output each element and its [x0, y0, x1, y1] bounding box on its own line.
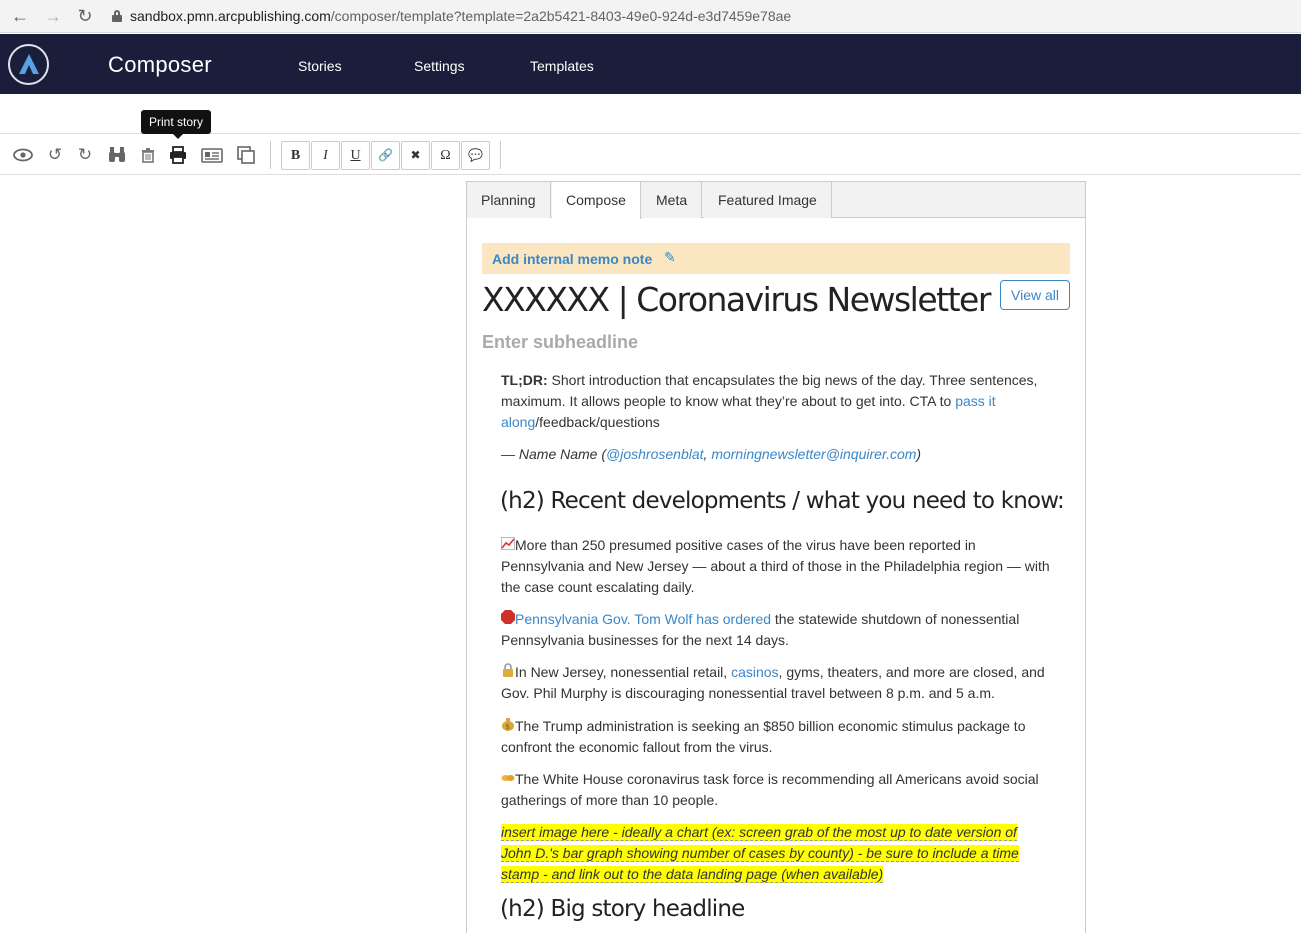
newsletter-email-link[interactable]: morningnewsletter@inquirer.com: [711, 446, 916, 462]
redo-icon[interactable]: ↻: [74, 144, 96, 166]
link-button[interactable]: 🔗: [371, 141, 400, 170]
twitter-handle-link[interactable]: @joshrosenblat: [606, 446, 704, 462]
tab-featured-image[interactable]: Featured Image: [704, 182, 832, 218]
tab-planning[interactable]: Planning: [467, 182, 551, 218]
view-all-button[interactable]: View all: [1000, 280, 1070, 310]
browser-toolbar: ← → ↻ sandbox.pmn.arcpublishing.com/comp…: [0, 0, 1301, 33]
intro-label: TL;DR:: [501, 372, 548, 388]
arc-logo-icon[interactable]: [8, 44, 49, 85]
toolbar-divider: [270, 141, 271, 169]
nav-templates[interactable]: Templates: [530, 58, 594, 74]
app-header: Composer Stories Settings Templates: [0, 34, 1301, 94]
item-5-text: The White House coronavirus task force i…: [501, 771, 1039, 808]
toolbar-divider-2: [500, 141, 501, 169]
italic-button[interactable]: I: [311, 141, 340, 170]
editor-toolbar: ↺ ↻ B I U 🔗 ✖ Ω 💬: [0, 135, 1301, 175]
forward-icon[interactable]: →: [43, 6, 63, 26]
url-path: /composer/template?template=2a2b5421-840…: [330, 8, 792, 24]
address-bar[interactable]: sandbox.pmn.arcpublishing.com/composer/t…: [112, 4, 1292, 28]
list-item[interactable]: The White House coronavirus task force i…: [501, 769, 1057, 811]
special-character-button[interactable]: Ω: [431, 141, 460, 170]
nav-settings[interactable]: Settings: [414, 58, 465, 74]
stop-sign-icon: [501, 609, 515, 630]
intro-tail: /feedback/questions: [535, 414, 660, 430]
byline-prefix: — Name Name (: [501, 446, 607, 462]
duplicate-icon[interactable]: [235, 144, 257, 166]
remove-format-button[interactable]: ✖: [401, 141, 430, 170]
preview-eye-icon[interactable]: [12, 144, 34, 166]
memo-note-bar[interactable]: Add internal memo note ✎: [482, 243, 1070, 274]
svg-text:$: $: [506, 723, 510, 731]
tab-compose[interactable]: Compose: [552, 182, 641, 219]
underline-button[interactable]: U: [341, 141, 370, 170]
url-host: sandbox.pmn.arcpublishing.com: [130, 8, 331, 24]
memo-note-link[interactable]: Add internal memo note: [492, 251, 652, 267]
list-item[interactable]: More than 250 presumed positive cases of…: [501, 535, 1057, 598]
subheadline-input[interactable]: Enter subheadline: [482, 332, 638, 353]
editor-panel: Planning Compose Meta Featured Image Add…: [466, 181, 1086, 933]
tab-meta[interactable]: Meta: [642, 182, 703, 218]
intro-paragraph[interactable]: TL;DR: Short introduction that encapsula…: [501, 370, 1057, 433]
casinos-link[interactable]: casinos: [731, 664, 778, 680]
list-item[interactable]: Pennsylvania Gov. Tom Wolf has ordered t…: [501, 609, 1057, 651]
byline-paragraph[interactable]: — Name Name (@joshrosenblat, morningnews…: [501, 444, 1057, 465]
newspaper-icon[interactable]: [200, 144, 224, 166]
reload-icon[interactable]: ↻: [75, 6, 95, 26]
back-icon[interactable]: ←: [10, 6, 30, 26]
editor-tabs: Planning Compose Meta Featured Image: [467, 182, 1085, 219]
bold-button[interactable]: B: [281, 141, 310, 170]
lock-icon: [112, 10, 122, 22]
byline-suffix: ): [916, 446, 922, 462]
recent-developments-heading[interactable]: (h2) Recent developments / what you need…: [500, 488, 1065, 514]
image-insert-note[interactable]: insert image here - ideally a chart (ex:…: [501, 822, 1051, 885]
list-item[interactable]: $ The Trump administration is seeking an …: [501, 716, 1057, 758]
item-4-text: The Trump administration is seeking an $…: [501, 718, 1026, 755]
nav-stories[interactable]: Stories: [298, 58, 342, 74]
binoculars-icon[interactable]: [106, 144, 128, 166]
list-item[interactable]: In New Jersey, nonessential retail, casi…: [501, 662, 1057, 704]
money-bag-icon: $: [501, 716, 515, 737]
handshake-icon: [501, 769, 515, 790]
big-story-heading[interactable]: (h2) Big story headline: [500, 896, 745, 922]
trash-icon[interactable]: [137, 144, 159, 166]
chart-increasing-icon: [501, 535, 515, 556]
print-icon[interactable]: [167, 144, 189, 166]
story-headline[interactable]: XXXXXX | Coronavirus Newsletter: [482, 280, 991, 319]
edit-icon[interactable]: ✎: [664, 249, 676, 266]
print-story-tooltip: Print story: [141, 110, 212, 139]
item-1-text: More than 250 presumed positive cases of…: [501, 537, 1050, 595]
lock-icon: [501, 662, 515, 683]
comment-button[interactable]: 💬: [461, 141, 490, 170]
app-title: Composer: [108, 52, 212, 77]
item-3-text-a: In New Jersey, nonessential retail,: [515, 664, 732, 680]
tom-wolf-order-link[interactable]: Pennsylvania Gov. Tom Wolf has ordered: [515, 611, 771, 627]
undo-icon[interactable]: ↺: [44, 144, 66, 166]
image-insert-note-text: insert image here - ideally a chart (ex:…: [501, 824, 1019, 883]
